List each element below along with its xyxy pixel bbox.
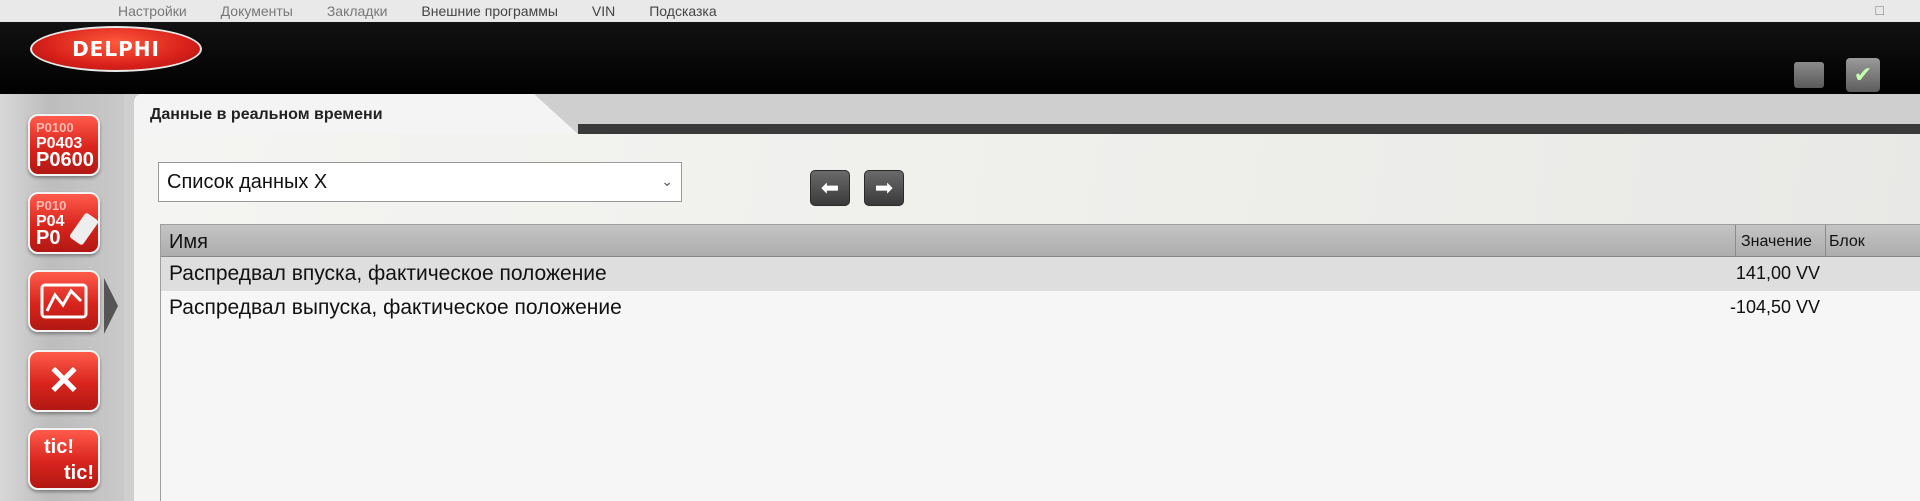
menu-bar: Настройки Документы Закладки Внешние про… [0,0,1920,22]
data-list-select-value: Список данных X [167,170,328,193]
delphi-logo: DELPHI [30,26,202,72]
live-data-panel: Список данных X ⌄ ⬅ ➡ Имя Значение Блок … [134,134,1920,501]
menu-external-programs[interactable]: Внешние программы [421,3,557,19]
table-row[interactable]: Распредвал выпуска, фактическое положени… [161,291,1920,325]
clear-codes-icon: P010 P04 P0 [36,198,67,249]
left-toolbar: P0100 P0403 P0600 P010 P04 P0 ✕ tic! tic… [0,94,124,501]
column-header-value[interactable]: Значение [1741,233,1812,251]
tools-icon: ✕ [47,359,81,403]
logo-text: DELPHI [72,37,160,61]
live-data-graph-icon [30,272,98,330]
fault-codes-button[interactable]: P0100 P0403 P0600 [28,114,100,176]
menu-bookmarks[interactable]: Закладки [327,3,388,19]
row-name: Распредвал выпуска, фактическое положени… [169,296,622,319]
arrow-left-icon: ⬅ [820,175,840,200]
table-row[interactable]: Распредвал впуска, фактическое положение… [161,257,1920,291]
menu-documents[interactable]: Документы [221,3,293,19]
app-header: DELPHI ✔ [0,22,1920,94]
column-header-unit[interactable]: Блок [1829,233,1865,251]
menu-hint[interactable]: Подсказка [649,3,716,19]
connection-status-icon[interactable]: ✔ [1846,58,1880,92]
tab-live-data[interactable]: Данные в реальном времени [134,94,578,134]
table-header: Имя Значение Блок [161,225,1920,257]
row-value: -104,50 VV [1729,297,1820,317]
next-list-button[interactable]: ➡ [864,170,904,206]
row-name: Распредвал впуска, фактическое положение [169,262,607,285]
live-data-button[interactable] [28,270,100,332]
live-data-table: Имя Значение Блок Распредвал впуска, фак… [160,224,1920,501]
arrow-right-icon: ➡ [874,175,894,200]
fault-codes-icon: P0100 P0403 P0600 [36,120,94,171]
menu-vin[interactable]: VIN [592,3,615,19]
previous-list-button[interactable]: ⬅ [810,170,850,206]
column-header-name[interactable]: Имя [169,231,208,254]
tic-button[interactable]: tic! tic! [28,428,100,490]
eraser-icon [68,212,98,246]
data-list-select[interactable]: Список данных X ⌄ [158,162,682,202]
tab-strip: Данные в реальном времени [134,94,1920,134]
maximize-icon[interactable]: □ [1876,2,1884,18]
service-functions-button[interactable]: ✕ [28,350,100,412]
row-value: 141,00 VV [1735,263,1820,283]
tab-strip-bar [578,124,1920,134]
tab-live-data-label: Данные в реальном времени [150,106,383,123]
chevron-down-icon: ⌄ [661,173,673,189]
menu-settings[interactable]: Настройки [118,3,187,19]
vci-status-icon[interactable] [1794,62,1824,88]
clear-fault-codes-button[interactable]: P010 P04 P0 [28,192,100,254]
active-indicator-arrow [104,278,118,334]
